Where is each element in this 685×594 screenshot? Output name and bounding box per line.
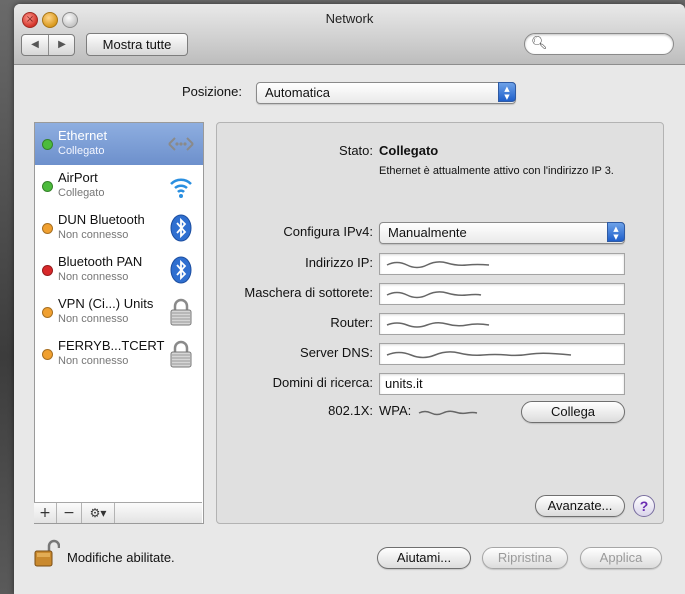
router-label: Router: [330,315,373,330]
status-description: Ethernet è attualmente attivo con l'indi… [379,165,614,177]
service-item-ethernet[interactable]: Ethernet Collegato [35,123,203,165]
add-service-button[interactable]: + [34,503,57,523]
title-bar: × Network ◀ ▶ Mostra tutte 🔍︎ [14,4,685,65]
status-dot-icon [42,181,53,192]
search-domains-value: units.it [385,376,423,391]
popup-arrows-icon: ▲ ▼ [607,222,625,242]
forward-arrow-icon[interactable]: ▶ [49,35,74,55]
dot1x-label: 802.1X: [328,403,373,418]
configure-ipv4-value: Manualmente [388,225,467,240]
service-name: Bluetooth PAN [58,254,143,269]
window-title: Network [325,11,374,26]
configure-ipv4-popup[interactable]: Manualmente ▲ ▼ [379,222,625,244]
search-icon: 🔍︎ [531,36,548,51]
vpn-lock-icon [167,297,195,327]
service-item-vpn-ci-units[interactable]: VPN (Ci...) Units Non connesso [35,291,203,333]
dns-server-field[interactable] [379,343,625,365]
service-name: Ethernet [58,128,108,143]
service-item-bluetooth-pan[interactable]: Bluetooth PAN Non connesso [35,249,203,291]
status-value: Collegato [379,143,439,158]
service-item-airport[interactable]: AirPort Collegato [35,165,203,207]
service-name: AirPort [58,170,98,185]
unlocked-padlock-icon[interactable] [34,538,60,568]
lock-status-label: Modifiche abilitate. [67,550,175,565]
gear-menu-button[interactable]: ⚙▾ [82,503,115,523]
redacted-dns-scribble [386,351,572,359]
service-name: VPN (Ci...) Units [58,296,154,311]
status-dot-icon [42,349,53,360]
service-status: Non connesso [58,229,129,241]
redacted-mask-scribble [386,291,482,299]
status-label: Stato: [339,143,373,158]
ip-address-field[interactable] [379,253,625,275]
ethernet-icon [167,129,195,159]
show-all-button[interactable]: Mostra tutte [86,33,188,56]
service-status: Non connesso [58,271,129,283]
service-status: Collegato [58,145,105,157]
service-status: Collegato [58,187,105,199]
wifi-icon [167,171,195,201]
status-dot-icon [42,307,53,318]
subnet-mask-field[interactable] [379,283,625,305]
redacted-wpa-scribble [418,410,478,416]
back-arrow-icon[interactable]: ◀ [22,35,49,55]
search-domains-field[interactable]: units.it [379,373,625,395]
status-dot-icon [42,265,53,276]
status-dot-icon [42,139,53,150]
service-list[interactable]: Ethernet Collegato AirPort Collegato DUN Blu… [34,122,204,524]
service-name: FERRYB...TCERT [58,338,165,353]
ip-address-label: Indirizzo IP: [305,255,373,270]
assist-me-button[interactable]: Aiutami... [377,547,471,569]
status-dot-icon [42,223,53,234]
service-item-dun-bluetooth[interactable]: DUN Bluetooth Non connesso [35,207,203,249]
location-popup[interactable]: Automatica ▲ ▼ [256,82,516,104]
location-value: Automatica [265,85,331,100]
router-field[interactable] [379,313,625,335]
service-name: DUN Bluetooth [58,212,145,227]
apply-button[interactable]: Applica [580,547,662,569]
vpn-lock-icon [167,339,195,369]
navigation-buttons: ◀ ▶ [21,34,75,56]
network-preferences-window: × Network ◀ ▶ Mostra tutte 🔍︎ Posizione:… [14,4,685,594]
configure-ipv4-label: Configura IPv4: [283,224,373,239]
redacted-router-scribble [386,321,490,328]
dns-server-label: Server DNS: [300,345,373,360]
remove-service-button[interactable]: − [57,503,82,523]
bluetooth-icon [167,255,195,285]
redacted-ip-scribble [386,261,490,269]
advanced-button[interactable]: Avanzate... [535,495,625,517]
location-label: Posizione: [182,84,242,99]
service-item-ferryb-tcert[interactable]: FERRYB...TCERT Non connesso [35,333,203,375]
dot1x-value: WPA: [379,403,412,418]
search-field[interactable]: 🔍︎ [524,33,674,55]
service-list-controls: + − ⚙▾ [34,502,202,523]
detail-panel: Stato: Collegato Ethernet è attualmente … [216,122,664,524]
subnet-mask-label: Maschera di sottorete: [244,285,373,300]
service-status: Non connesso [58,355,129,367]
revert-button[interactable]: Ripristina [482,547,568,569]
help-icon[interactable]: ? [633,495,655,517]
bluetooth-icon [167,213,195,243]
search-domains-label: Domini di ricerca: [272,375,373,390]
connect-button[interactable]: Collega [521,401,625,423]
popup-arrows-icon: ▲ ▼ [498,82,516,102]
service-status: Non connesso [58,313,129,325]
